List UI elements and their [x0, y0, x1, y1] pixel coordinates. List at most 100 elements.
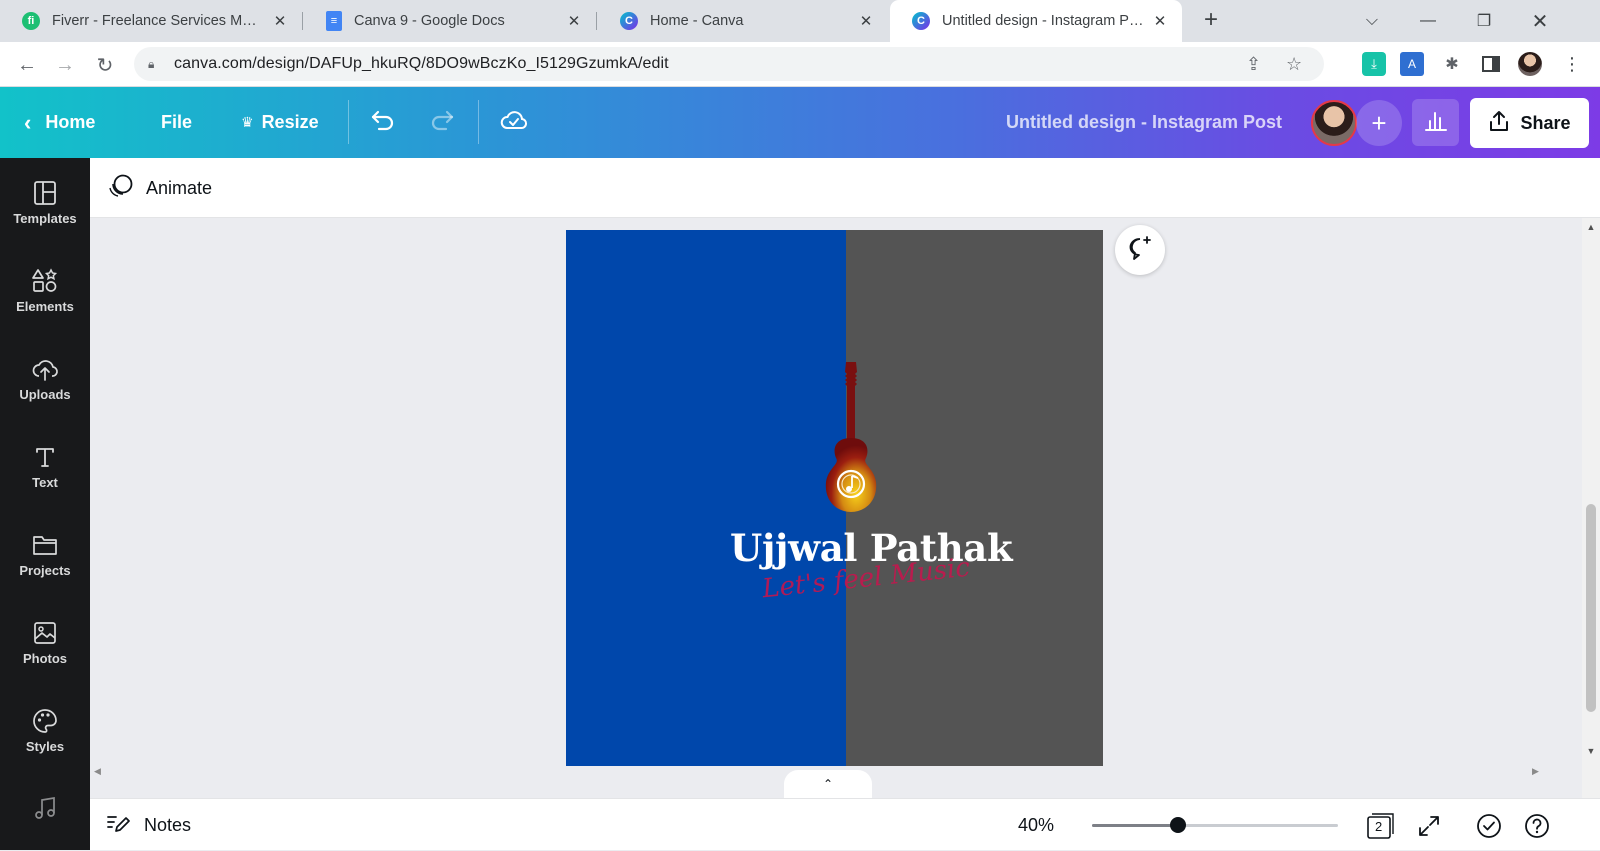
tab-search-chevron-icon[interactable]: ⌵ — [1344, 0, 1400, 42]
side-panel-icon[interactable] — [1479, 52, 1503, 76]
browser-tab-google-docs[interactable]: ≡ Canva 9 - Google Docs ✕ — [304, 0, 596, 42]
sidebar-item-label: Elements — [16, 298, 74, 314]
notes-label: Notes — [144, 814, 192, 835]
sidebar-item-audio[interactable] — [0, 774, 90, 850]
new-tab-button[interactable]: + — [1198, 8, 1224, 34]
crown-icon: ♛ — [241, 114, 254, 130]
extensions-puzzle-icon[interactable]: ✱ — [1440, 52, 1464, 76]
browser-tab-canva-design[interactable]: C Untitled design - Instagram Post ✕ — [890, 0, 1182, 42]
page-count-button[interactable]: 2 — [1365, 811, 1395, 841]
extension-translate-icon[interactable]: A — [1400, 52, 1424, 76]
fullscreen-icon[interactable] — [1414, 811, 1444, 841]
undo-button[interactable] — [370, 87, 396, 158]
guitar-logo[interactable] — [806, 362, 896, 522]
sidebar-item-styles[interactable]: Styles — [0, 686, 90, 774]
insights-button[interactable] — [1412, 99, 1459, 146]
animate-button[interactable]: Animate — [108, 158, 212, 218]
browser-tab-fiverr[interactable]: fi Fiverr - Freelance Services Marketpla… — [0, 0, 302, 42]
close-icon[interactable]: ✕ — [1150, 12, 1170, 30]
photos-icon — [31, 619, 59, 647]
share-upload-icon — [1488, 110, 1510, 137]
sidebar-item-label: Uploads — [19, 386, 71, 402]
file-menu-button[interactable]: File — [161, 87, 192, 158]
canva-header: ‹ Home File ♛ Resize Untitled design - I… — [0, 87, 1600, 158]
cloud-check-icon — [500, 109, 528, 136]
save-status-button[interactable] — [500, 87, 528, 158]
scroll-left-arrow[interactable]: ◀ — [94, 766, 101, 777]
document-title[interactable]: Untitled design - Instagram Post — [1006, 87, 1282, 158]
bar-chart-icon — [1424, 109, 1448, 136]
help-icon[interactable] — [1522, 811, 1552, 841]
add-collaborator-button[interactable]: + — [1356, 100, 1402, 146]
scrollbar-thumb[interactable] — [1586, 504, 1596, 712]
undo-icon — [370, 109, 396, 136]
tab-divider — [596, 12, 597, 30]
reload-icon[interactable]: ↻ — [90, 50, 120, 80]
sidebar-item-photos[interactable]: Photos — [0, 598, 90, 686]
zoom-slider-handle[interactable] — [1170, 817, 1187, 833]
share-button[interactable]: Share — [1470, 98, 1589, 148]
share-page-icon[interactable]: ⇪ — [1246, 54, 1261, 75]
sidebar-item-label: Templates — [13, 210, 77, 226]
sidebar-item-projects[interactable]: Projects — [0, 510, 90, 598]
forward-icon[interactable]: → — [50, 50, 80, 80]
sidebar-item-label: Photos — [22, 650, 68, 666]
tab-title: Untitled design - Instagram Post — [942, 13, 1144, 29]
bookmark-star-icon[interactable]: ☆ — [1286, 54, 1302, 75]
sidebar-item-elements[interactable]: Elements — [0, 246, 90, 334]
close-icon[interactable]: ✕ — [564, 12, 584, 30]
text-icon — [31, 443, 59, 471]
lock-icon: 🔒︎ — [148, 56, 155, 71]
resize-button[interactable]: ♛ Resize — [241, 87, 319, 158]
chevron-left-icon: ‹ — [24, 109, 32, 135]
canva-icon: C — [620, 12, 638, 30]
scroll-down-arrow[interactable]: ▼ — [1582, 746, 1600, 756]
sidebar-item-label: Styles — [25, 738, 65, 754]
add-comment-button[interactable] — [1115, 225, 1165, 275]
canvas-area: Ujjwal Pathak Let's feel Music ▲ ▼ ◀ ▶ ⌃ — [90, 218, 1600, 798]
browser-menu-icon[interactable]: ⋮ — [1560, 52, 1584, 76]
notes-pencil-icon — [106, 812, 130, 839]
elements-icon — [31, 267, 59, 295]
google-docs-icon: ≡ — [326, 11, 342, 31]
sidebar-item-label: Text — [32, 474, 58, 490]
sidebar-item-templates[interactable]: Templates — [0, 158, 90, 246]
url-text[interactable]: canva.com/design/DAFUp_hkuRQ/8DO9wBczKo_… — [174, 55, 669, 73]
zoom-slider[interactable] — [1092, 817, 1338, 833]
back-icon[interactable]: ← — [12, 50, 42, 80]
page-panel-toggle[interactable]: ⌃ — [784, 770, 872, 798]
share-label: Share — [1520, 112, 1571, 133]
zoom-value: 40% — [1018, 814, 1055, 835]
notes-button[interactable]: Notes — [106, 799, 191, 851]
resize-label: Resize — [261, 112, 319, 132]
url-field[interactable]: 🔒︎ canva.com/design/DAFUp_hkuRQ/8DO9wBcz… — [134, 47, 1324, 81]
editor-footer: Notes 40% 2 — [90, 798, 1600, 850]
canva-icon: C — [912, 12, 930, 30]
browser-tab-canva-home[interactable]: C Home - Canva ✕ — [598, 0, 888, 42]
user-avatar[interactable] — [1311, 100, 1357, 146]
page-count: 2 — [1375, 819, 1383, 834]
close-window-button[interactable]: ✕ — [1512, 0, 1568, 42]
restore-button[interactable]: ❐ — [1456, 0, 1512, 42]
home-button[interactable]: ‹ Home — [24, 87, 95, 158]
editor-toolbar: Animate — [90, 158, 1600, 218]
scroll-up-arrow[interactable]: ▲ — [1582, 222, 1600, 232]
sidebar-item-uploads[interactable]: Uploads — [0, 334, 90, 422]
minimize-button[interactable]: — — [1400, 0, 1456, 42]
design-page[interactable]: Ujjwal Pathak Let's feel Music — [566, 230, 1103, 767]
animate-label: Animate — [146, 177, 213, 198]
profile-avatar[interactable] — [1518, 52, 1542, 76]
redo-button[interactable] — [429, 87, 455, 158]
animate-icon — [108, 173, 134, 204]
sidebar-item-label: Projects — [19, 562, 71, 578]
check-circle-icon[interactable] — [1474, 811, 1504, 841]
vertical-scrollbar[interactable]: ▲ ▼ — [1582, 218, 1600, 798]
music-icon — [31, 794, 59, 822]
scroll-right-arrow[interactable]: ▶ — [1532, 766, 1539, 777]
extension-download-icon[interactable]: ⤓ — [1362, 52, 1386, 76]
zoom-percentage-button[interactable]: 40% — [1018, 799, 1054, 851]
templates-icon — [31, 179, 59, 207]
sidebar-item-text[interactable]: Text — [0, 422, 90, 510]
close-icon[interactable]: ✕ — [270, 12, 290, 30]
close-icon[interactable]: ✕ — [856, 12, 876, 30]
